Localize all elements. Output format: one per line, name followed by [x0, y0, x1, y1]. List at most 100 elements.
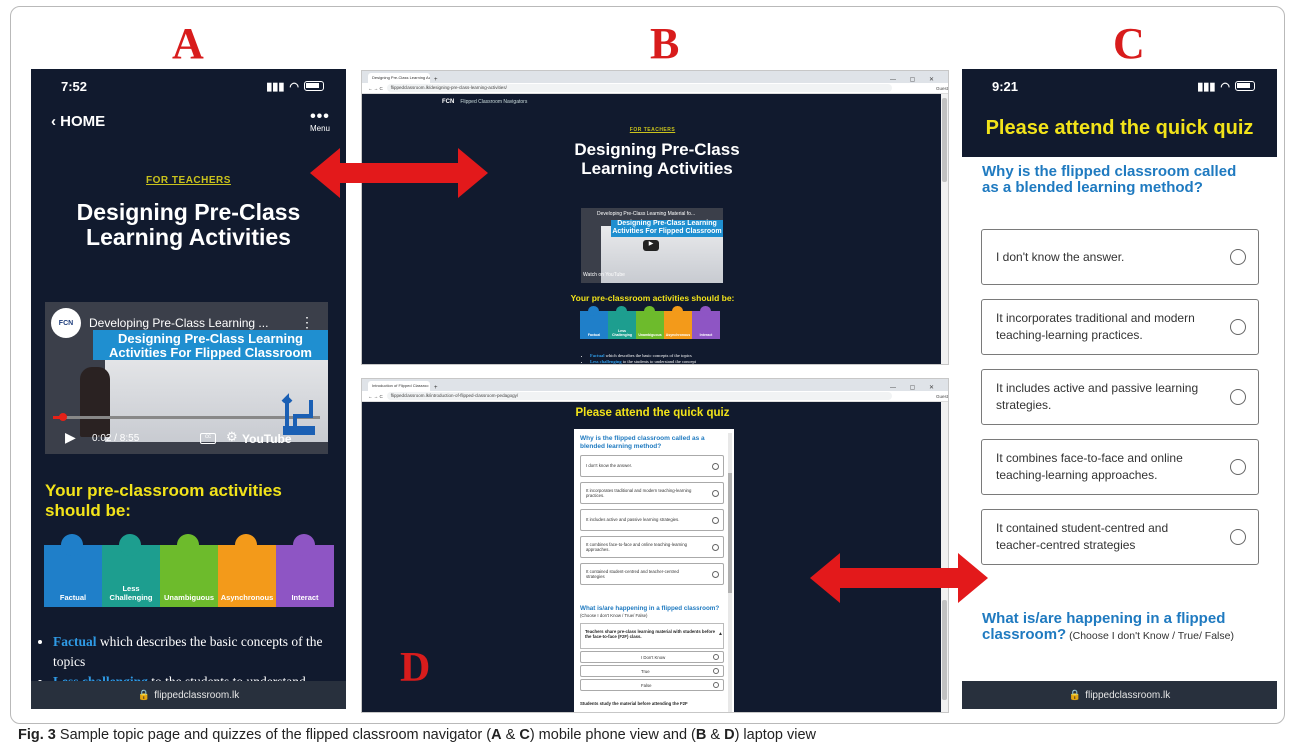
category-link[interactable]: FOR TEACHERS: [31, 175, 346, 186]
radio-button[interactable]: [712, 570, 719, 578]
answer-option[interactable]: It incorporates traditional and modern t…: [981, 299, 1259, 355]
bullet-term-link[interactable]: Less challenging: [590, 359, 622, 364]
video-title[interactable]: Developing Pre-Class Learning Material f…: [597, 211, 717, 217]
radio-button[interactable]: [1230, 389, 1246, 405]
browser-tab-strip: Designing Pre-Class Learning Ac + — ▢ ✕: [362, 71, 948, 83]
site-header: FCN Flipped Classroom Navigators: [442, 99, 527, 105]
question-1: Why is the flipped classroom called as a…: [982, 163, 1237, 196]
answer-option[interactable]: It incorporates traditional and modern t…: [580, 482, 724, 504]
tf-choice[interactable]: False: [580, 679, 724, 691]
play-icon[interactable]: ▶: [65, 429, 76, 446]
status-bar: 9:21 ▮▮▮ ◠: [962, 69, 1277, 103]
answer-option[interactable]: It combines face-to-face and online teac…: [981, 439, 1259, 495]
bullet-term-link[interactable]: Factual: [590, 353, 605, 358]
guest-profile[interactable]: Guest: [936, 86, 948, 91]
answer-option[interactable]: It includes active and passive learning …: [580, 509, 724, 531]
nav-arrows-icon[interactable]: ← → C: [368, 394, 383, 399]
radio-button[interactable]: [1230, 459, 1246, 475]
site-brand[interactable]: FCN: [442, 99, 454, 105]
captions-icon[interactable]: cc: [200, 433, 216, 444]
category-link[interactable]: FOR TEACHERS: [362, 127, 943, 133]
scrollbar-thumb[interactable]: [942, 98, 947, 182]
window-controls[interactable]: — ▢ ✕: [890, 76, 940, 83]
puzzle-knob: [644, 305, 656, 317]
caption-text: &: [501, 727, 520, 743]
channel-avatar[interactable]: FCN: [51, 308, 81, 338]
video-player[interactable]: Designing Pre-Class Learning Activities …: [581, 208, 723, 283]
page-title: Designing Pre-Class Learning Activities: [76, 199, 301, 251]
radio-button[interactable]: [713, 668, 719, 674]
laptop-d-screen: Introduction of Flipped Classroo + — ▢ ✕…: [361, 378, 949, 713]
answer-option-label: It incorporates traditional and modern t…: [586, 487, 692, 499]
puzzle-piece: Asynchronous: [218, 533, 276, 607]
statement-accordion[interactable]: Teachers share pre-class learning materi…: [580, 623, 724, 649]
address-bar[interactable]: flippedclassroom.lk/introduction-of-flip…: [386, 392, 892, 400]
back-home-link[interactable]: ‹ HOME: [51, 113, 105, 130]
radio-button[interactable]: [712, 516, 719, 524]
new-tab-icon[interactable]: +: [434, 385, 438, 391]
question-1: Why is the flipped classroom called as a…: [580, 435, 705, 450]
page-title: Designing Pre-Class Learning Activities: [574, 140, 740, 178]
answer-option-label: I don't know the answer.: [996, 249, 1125, 264]
tf-choice-label: False: [641, 682, 652, 688]
nav-arrows-icon[interactable]: ← → C: [368, 86, 383, 91]
video-progress-track[interactable]: [53, 416, 320, 419]
answer-option[interactable]: It contained student-centred and teacher…: [981, 509, 1259, 565]
scrollbar-thumb[interactable]: [942, 600, 947, 700]
card-scrollbar[interactable]: [728, 433, 732, 712]
browser-toolbar: ← → C flippedclassroom.lk/introduction-o…: [362, 391, 948, 402]
bullet-text: to the students to understand the concep…: [621, 359, 696, 364]
puzzle-knob: [672, 305, 684, 317]
video-scrubber[interactable]: [59, 413, 67, 421]
answer-option-label: It incorporates traditional and modern t…: [996, 311, 1195, 342]
bullet-text: which describes the basic concepts of th…: [604, 353, 692, 358]
answer-option[interactable]: It combines face-to-face and online teac…: [580, 536, 724, 558]
collapse-caret-icon[interactable]: ▲: [718, 631, 723, 637]
new-tab-icon[interactable]: +: [434, 77, 438, 83]
video-title[interactable]: Developing Pre-Class Learning ...: [89, 316, 289, 330]
question-2: What is/are happening in a flipped class…: [580, 605, 720, 612]
settings-gear-icon[interactable]: ⚙: [226, 429, 238, 445]
browser-url-bar[interactable]: 🔒 flippedclassroom.lk: [31, 681, 346, 709]
radio-button[interactable]: [712, 543, 719, 551]
answer-option[interactable]: It includes active and passive learning …: [981, 369, 1259, 425]
window-controls[interactable]: — ▢ ✕: [890, 384, 940, 391]
tf-choice-label: I Don't Know: [641, 654, 666, 660]
radio-button[interactable]: [712, 489, 719, 497]
video-player[interactable]: Designing Pre-Class Learning Activities …: [45, 302, 328, 454]
radio-button[interactable]: [713, 682, 719, 688]
radio-button[interactable]: [713, 654, 719, 660]
puzzle-label: Asynchronous: [220, 593, 274, 603]
video-more-icon[interactable]: ⋮: [300, 314, 314, 331]
bullet-term-link[interactable]: Factual: [53, 634, 97, 649]
question-2-instructions: (Choose I don't Know / True/ False): [580, 613, 648, 618]
browser-tab[interactable]: Designing Pre-Class Learning Ac: [368, 73, 430, 83]
answer-option[interactable]: I don't know the answer.: [981, 229, 1259, 285]
guest-profile[interactable]: Guest: [936, 394, 948, 399]
card-scrollbar-thumb[interactable]: [728, 473, 732, 593]
tf-choice[interactable]: True: [580, 665, 724, 677]
page-scrollbar[interactable]: [941, 94, 948, 364]
menu-button[interactable]: ••• Menu: [310, 108, 330, 134]
puzzle-label: Less Challenging: [109, 584, 153, 603]
radio-button[interactable]: [1230, 529, 1246, 545]
radio-button[interactable]: [1230, 249, 1246, 265]
browser-toolbar: ← → C flippedclassroom.lk/designing-pre-…: [362, 83, 948, 94]
more-dots-icon: •••: [310, 107, 330, 125]
browser-url-bar[interactable]: 🔒 flippedclassroom.lk: [962, 681, 1277, 709]
radio-button[interactable]: [1230, 319, 1246, 335]
phone-c-screen: 9:21 ▮▮▮ ◠ Please attend the quick quiz …: [962, 69, 1277, 709]
wifi-icon: ◠: [1220, 80, 1230, 93]
radio-button[interactable]: [712, 462, 719, 470]
address-bar[interactable]: flippedclassroom.lk/designing-pre-class-…: [386, 84, 892, 92]
presenter-figure: [80, 367, 110, 437]
watch-on-youtube[interactable]: Watch on YouTube: [583, 272, 625, 278]
answer-option[interactable]: I don't know the answer.: [580, 455, 724, 477]
answer-option[interactable]: It contained student-centred and teacher…: [580, 563, 724, 585]
browser-tab[interactable]: Introduction of Flipped Classroo: [368, 381, 430, 391]
puzzle-label: Interact: [291, 593, 319, 603]
wifi-icon: ◠: [289, 80, 299, 93]
puzzle-piece: Less Challenging: [102, 533, 160, 607]
play-button[interactable]: ▶: [643, 240, 659, 251]
tf-choice[interactable]: I Don't Know: [580, 651, 724, 663]
